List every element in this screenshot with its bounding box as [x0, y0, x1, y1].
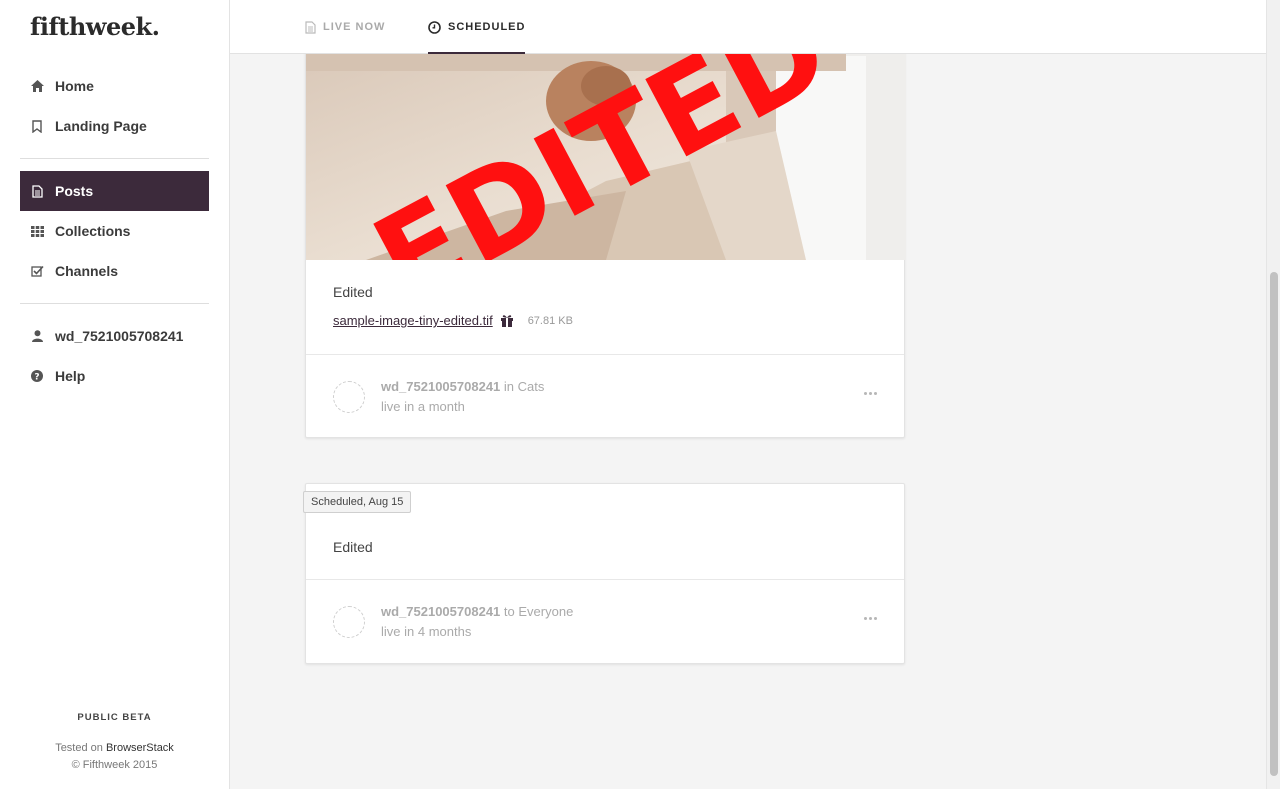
post-meta-text: wd_7521005708241 to Everyone live in 4 m…	[381, 602, 573, 642]
sidebar-item-posts[interactable]: Posts	[20, 171, 209, 211]
question-icon: ?	[30, 369, 44, 383]
dot	[864, 617, 867, 620]
app-logo[interactable]: fifthweek.	[30, 12, 160, 41]
sidebar-item-label: Landing Page	[55, 118, 147, 134]
document-icon	[30, 184, 44, 198]
bookmark-icon	[30, 119, 44, 133]
file-size: 67.81 KB	[527, 314, 573, 327]
document-icon	[305, 20, 316, 34]
sidebar-item-landing-page[interactable]: Landing Page	[20, 106, 209, 146]
post-author[interactable]: wd_7521005708241	[381, 379, 500, 394]
post-meta-text: wd_7521005708241 in Cats live in a month	[381, 377, 544, 417]
post-connector: to	[503, 604, 515, 619]
tested-on-text: Tested on	[55, 742, 103, 754]
checkbox-icon	[30, 264, 44, 278]
sidebar-divider	[20, 158, 209, 159]
scrollbar-thumb[interactable]	[1270, 272, 1278, 776]
tab-live-now[interactable]: LIVE NOW	[305, 0, 385, 54]
post-author[interactable]: wd_7521005708241	[381, 604, 500, 619]
tab-label: LIVE NOW	[323, 21, 386, 33]
sidebar-footer: PUBLIC BETA Tested on BrowserStack © Fif…	[0, 712, 229, 774]
sidebar-item-label: Channels	[55, 263, 119, 279]
clock-icon	[428, 20, 441, 34]
gift-icon[interactable]	[500, 314, 514, 327]
sidebar-nav-top: Home Landing Page Posts Collections Chan…	[20, 66, 209, 396]
post-live-time: live in 4 months	[381, 624, 472, 639]
avatar[interactable]	[333, 606, 365, 638]
avatar[interactable]	[333, 381, 365, 413]
sidebar-item-label: Home	[55, 78, 94, 94]
sidebar-item-account[interactable]: wd_7521005708241	[20, 316, 209, 356]
file-attachment: sample-image-tiny-edited.tif 67.81 KB	[333, 313, 573, 328]
dot	[874, 617, 877, 620]
sidebar-item-label: wd_7521005708241	[55, 328, 184, 344]
sidebar-item-help[interactable]: ? Help	[20, 356, 209, 396]
post-author-line: wd_7521005708241 to Everyone	[381, 602, 573, 622]
user-icon	[30, 329, 44, 343]
post-text: Edited	[333, 539, 373, 555]
post-meta: wd_7521005708241 to Everyone live in 4 m…	[306, 579, 904, 663]
more-options-button[interactable]	[864, 392, 877, 395]
svg-text:?: ?	[34, 372, 39, 382]
post-text: Edited	[333, 284, 373, 300]
browserstack-link[interactable]: BrowserStack	[106, 742, 174, 754]
sidebar: fifthweek. Home Landing Page Posts Colle	[0, 0, 230, 789]
sidebar-item-channels[interactable]: Channels	[20, 251, 209, 291]
page-scrollbar[interactable]	[1266, 0, 1280, 789]
sidebar-item-label: Posts	[55, 183, 94, 199]
dot	[869, 392, 872, 395]
post-connector: in	[503, 379, 515, 394]
home-icon	[30, 79, 44, 93]
grid-icon	[30, 224, 44, 238]
scheduled-date-badge: Scheduled, Aug 15	[303, 491, 412, 513]
file-download-link[interactable]: sample-image-tiny-edited.tif	[333, 313, 493, 328]
more-options-button[interactable]	[864, 617, 877, 620]
sidebar-divider	[20, 303, 209, 304]
tab-label: SCHEDULED	[448, 21, 526, 33]
dot	[864, 392, 867, 395]
post-channel[interactable]: Cats	[518, 379, 545, 394]
sidebar-item-home[interactable]: Home	[20, 66, 209, 106]
post-live-time: live in a month	[381, 399, 465, 414]
post-meta: wd_7521005708241 in Cats live in a month	[306, 354, 904, 438]
post-channel[interactable]: Everyone	[518, 604, 573, 619]
sidebar-item-label: Collections	[55, 223, 131, 239]
tested-on-line: Tested on BrowserStack	[0, 740, 229, 757]
post-author-line: wd_7521005708241 in Cats	[381, 377, 544, 397]
copyright-text: © Fifthweek 2015	[71, 759, 158, 771]
public-beta-label: PUBLIC BETA	[77, 712, 152, 723]
sidebar-item-label: Help	[55, 368, 86, 384]
post-card: EDITED Edited sample-image-tiny-edited.t…	[305, 30, 906, 438]
tab-scheduled[interactable]: SCHEDULED	[428, 0, 526, 54]
sidebar-item-collections[interactable]: Collections	[20, 211, 209, 251]
top-tab-bar: LIVE NOW SCHEDULED	[230, 0, 1266, 54]
post-image[interactable]: EDITED	[306, 31, 906, 260]
dot	[869, 617, 872, 620]
dot	[874, 392, 877, 395]
